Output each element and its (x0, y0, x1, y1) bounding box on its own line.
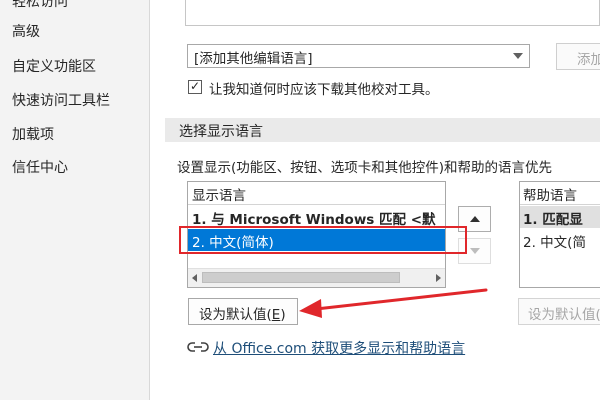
checkmark-icon: ✓ (190, 79, 201, 93)
language-options-panel: [添加其他编辑语言] 添加 ✓ 让我知道何时应该下载其他校对工具。 选择显示语言… (151, 0, 600, 400)
display-language-section-header: 选择显示语言 (165, 118, 600, 142)
set-default-help-label: 设为默认值( (528, 307, 600, 323)
list-item[interactable]: 2. 中文(简 (520, 229, 600, 251)
arrow-up-icon (470, 216, 480, 222)
display-language-description: 设置显示(功能区、按钮、选项卡和其他控件)和帮助的语言优先 (177, 160, 553, 176)
sidebar-item-accessibility[interactable]: 轻松访问 (12, 0, 68, 12)
add-language-button-label: 添加 (577, 52, 600, 68)
editing-languages-list[interactable] (185, 0, 600, 26)
options-sidebar: 轻松访问 高级 自定义功能区 快速访问工具栏 加载项 信任中心 (0, 0, 150, 400)
set-default-display-button[interactable]: 设为默认值(E) (188, 298, 298, 325)
scroll-right-icon[interactable] (436, 274, 441, 282)
sidebar-item-quick-access-toolbar[interactable]: 快速访问工具栏 (12, 91, 110, 111)
proofing-notify-label: 让我知道何时应该下载其他校对工具。 (209, 82, 439, 98)
add-language-button[interactable]: 添加 (556, 43, 600, 70)
sidebar-item-advanced[interactable]: 高级 (12, 22, 40, 42)
arrow-down-icon (470, 248, 480, 254)
section-title: 选择显示语言 (179, 124, 263, 140)
help-languages-header: 帮助语言 (520, 182, 600, 205)
link-icon (187, 342, 209, 352)
annotation-highlight-box (179, 226, 467, 254)
set-default-display-label: 设为默认值(E) (199, 307, 286, 323)
scrollbar-thumb[interactable] (202, 272, 400, 283)
list-item-label: 2. 中文(简 (523, 235, 586, 251)
list-item[interactable]: 1. 与 Microsoft Windows 匹配 <默 (188, 206, 445, 228)
set-default-help-button[interactable]: 设为默认值( (518, 298, 600, 325)
help-languages-header-label: 帮助语言 (523, 188, 577, 204)
sidebar-item-trust-center[interactable]: 信任中心 (12, 158, 68, 178)
scroll-left-icon[interactable] (192, 274, 197, 282)
proofing-notify-checkbox[interactable]: ✓ (188, 79, 202, 94)
add-editing-language-select[interactable]: [添加其他编辑语言] (187, 44, 530, 68)
add-editing-language-value: [添加其他编辑语言] (194, 51, 313, 67)
list-item-selected[interactable]: 1. 匹配显 (520, 206, 600, 228)
help-languages-list[interactable]: 帮助语言 1. 匹配显 2. 中文(简 (519, 181, 600, 288)
horizontal-scrollbar[interactable] (188, 268, 445, 287)
list-item-label: 1. 匹配显 (523, 212, 583, 228)
list-item-label: 1. 与 Microsoft Windows 匹配 <默 (192, 212, 436, 228)
display-languages-header: 显示语言 (188, 182, 445, 205)
chevron-down-icon (513, 53, 523, 59)
sidebar-item-add-ins[interactable]: 加载项 (12, 125, 54, 145)
more-languages-link[interactable]: 从 Office.com 获取更多显示和帮助语言 (213, 338, 465, 358)
display-languages-header-label: 显示语言 (192, 188, 246, 204)
sidebar-item-customize-ribbon[interactable]: 自定义功能区 (12, 57, 96, 77)
